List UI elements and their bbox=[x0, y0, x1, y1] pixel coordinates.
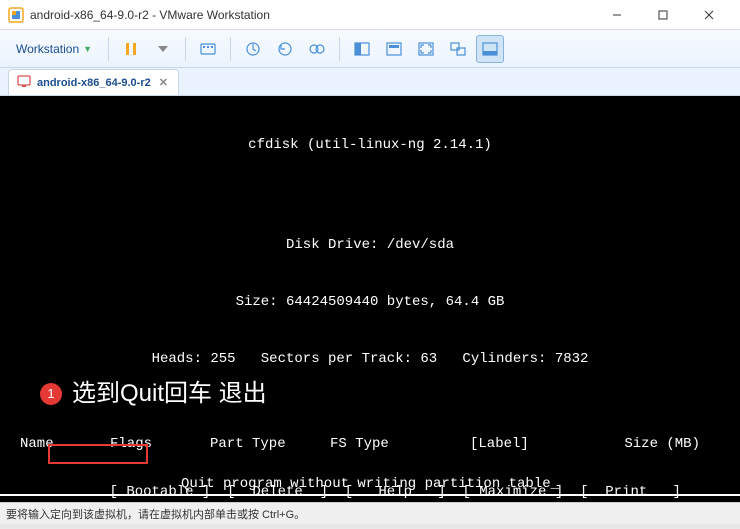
snapshot-take-button[interactable] bbox=[239, 35, 267, 63]
vm-tab[interactable]: android-x86_64-9.0-r2 ✕ bbox=[8, 69, 179, 95]
unity-button[interactable] bbox=[444, 35, 472, 63]
view-fit-button[interactable] bbox=[348, 35, 376, 63]
send-ctrl-alt-del-button[interactable] bbox=[194, 35, 222, 63]
annotation-text: 选到Quit回车 退出 bbox=[72, 378, 267, 410]
vm-tab-icon bbox=[17, 74, 31, 91]
annotation-overlay: 1 选到Quit回车 退出 bbox=[40, 378, 267, 410]
window-title: android-x86_64-9.0-r2 - VMware Workstati… bbox=[30, 8, 594, 22]
fullscreen-button[interactable] bbox=[412, 35, 440, 63]
toolbar-separator bbox=[230, 37, 231, 61]
status-bar: 要将输入定向到该虚拟机，请在虚拟机内部单击或按 Ctrl+G。 bbox=[0, 502, 740, 524]
view-console-button[interactable] bbox=[380, 35, 408, 63]
cfdisk-hint: Quit program without writing partition t… bbox=[0, 475, 740, 494]
toolbar-separator bbox=[108, 37, 109, 61]
disk-drive-line: Disk Drive: /dev/sda bbox=[0, 236, 740, 255]
window-titlebar: android-x86_64-9.0-r2 - VMware Workstati… bbox=[0, 0, 740, 30]
workstation-menu-button[interactable]: Workstation ▼ bbox=[8, 38, 100, 60]
disk-size-line: Size: 64424509440 bytes, 64.4 GB bbox=[0, 293, 740, 312]
toolbar-separator bbox=[339, 37, 340, 61]
vm-tab-label: android-x86_64-9.0-r2 bbox=[37, 77, 151, 89]
snapshot-revert-button[interactable] bbox=[271, 35, 299, 63]
snapshot-manager-button[interactable] bbox=[303, 35, 331, 63]
minimize-button[interactable] bbox=[594, 0, 640, 30]
vm-tabstrip: android-x86_64-9.0-r2 ✕ bbox=[0, 68, 740, 96]
toolbar-separator bbox=[185, 37, 186, 61]
pause-button[interactable] bbox=[117, 35, 145, 63]
app-icon bbox=[8, 7, 24, 23]
chevron-down-icon: ▼ bbox=[83, 44, 92, 54]
maximize-button[interactable] bbox=[640, 0, 686, 30]
workstation-menu-label: Workstation bbox=[16, 42, 79, 56]
vm-console[interactable]: cfdisk (util-linux-ng 2.14.1) Disk Drive… bbox=[0, 96, 740, 502]
cfdisk-title: cfdisk (util-linux-ng 2.14.1) bbox=[0, 136, 740, 155]
main-toolbar: Workstation ▼ bbox=[0, 30, 740, 68]
tab-close-icon[interactable]: ✕ bbox=[157, 76, 170, 89]
close-button[interactable] bbox=[686, 0, 732, 30]
status-text: 要将输入定向到该虚拟机，请在虚拟机内部单击或按 Ctrl+G。 bbox=[6, 506, 305, 522]
disk-geom-line: Heads: 255 Sectors per Track: 63 Cylinde… bbox=[0, 350, 740, 369]
thumbnail-bar-button[interactable] bbox=[476, 35, 504, 63]
power-split-button[interactable] bbox=[149, 35, 177, 63]
annotation-number-badge: 1 bbox=[40, 383, 62, 405]
